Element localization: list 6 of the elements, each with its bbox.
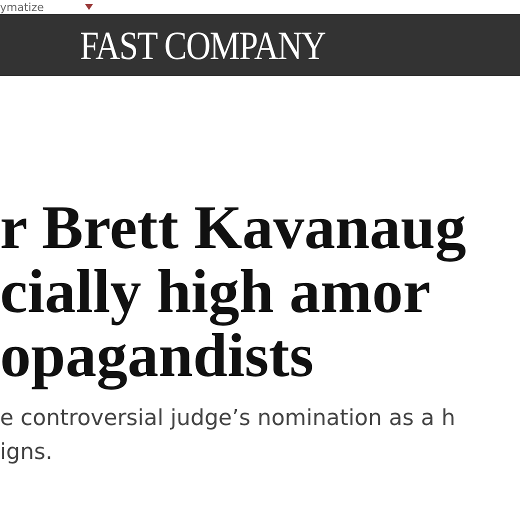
headline-line: cially high amor	[0, 260, 431, 324]
site-name: ymatize	[0, 2, 44, 12]
logo[interactable]: FAST COMPANY	[80, 22, 326, 68]
summary-line: igns.	[0, 439, 52, 467]
summary-line: e controversial judge’s nomination as a h	[0, 405, 456, 433]
headline-line: r Brett Kavanaug	[0, 196, 466, 260]
